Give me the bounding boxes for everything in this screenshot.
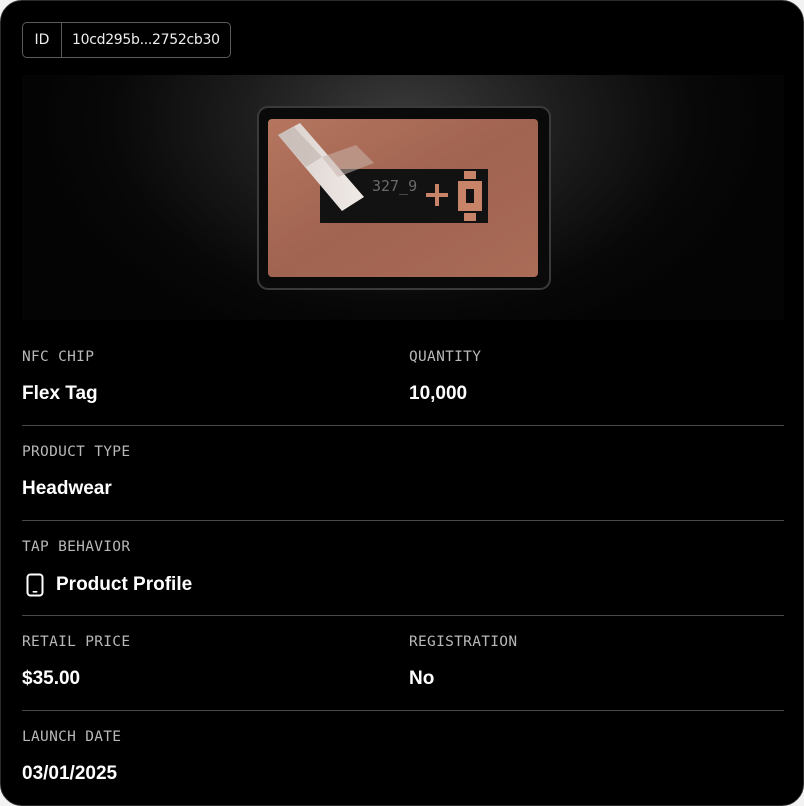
id-badge-value: 10cd295b...2752cb30 <box>72 32 220 48</box>
field-product-type: PRODUCT TYPE Headwear <box>22 444 130 500</box>
detail-row-price-registration: RETAIL PRICE $35.00 REGISTRATION No <box>22 616 784 711</box>
registration-value: No <box>409 668 435 689</box>
quantity-label: QUANTITY <box>409 349 482 365</box>
detail-row-product-type: PRODUCT TYPE Headwear <box>22 426 784 521</box>
nfc-tag-illustration: 327_9 <box>257 106 551 290</box>
detail-rows: NFC CHIP Flex Tag QUANTITY 10,000 PRODUC… <box>22 331 784 805</box>
registration-label: REGISTRATION <box>409 634 518 650</box>
chip-text: 327_9 <box>372 177 417 195</box>
launch-date-label: LAUNCH DATE <box>22 729 122 745</box>
nfc-chip-label: NFC CHIP <box>22 349 95 365</box>
detail-row-launch-date: LAUNCH DATE 03/01/2025 <box>22 711 784 805</box>
retail-price-value: $35.00 <box>22 668 81 689</box>
field-registration: REGISTRATION No <box>409 634 517 690</box>
field-launch-date: LAUNCH DATE 03/01/2025 <box>22 729 121 785</box>
quantity-value: 10,000 <box>409 383 468 404</box>
phone-icon <box>26 573 44 597</box>
product-detail-card: ID 10cd295b...2752cb30 327_9 NFC CHIP Fl… <box>0 0 804 806</box>
field-nfc-chip: NFC CHIP Flex Tag <box>22 349 98 405</box>
id-badge-label: ID <box>23 23 62 57</box>
launch-date-value: 03/01/2025 <box>22 763 118 784</box>
tap-behavior-label: TAP BEHAVIOR <box>22 539 131 555</box>
product-type-value: Headwear <box>22 478 112 499</box>
tap-behavior-value-wrap: Product Profile <box>22 573 192 597</box>
detail-row-chip-quantity: NFC CHIP Flex Tag QUANTITY 10,000 <box>22 331 784 426</box>
tap-behavior-value: Product Profile <box>56 574 193 595</box>
product-type-label: PRODUCT TYPE <box>22 444 131 460</box>
field-quantity: QUANTITY 10,000 <box>409 349 481 405</box>
retail-price-label: RETAIL PRICE <box>22 634 131 650</box>
id-badge[interactable]: ID 10cd295b...2752cb30 <box>22 22 231 58</box>
detail-row-tap-behavior: TAP BEHAVIOR Product Profile <box>22 521 784 616</box>
product-image: 327_9 <box>22 75 784 320</box>
field-retail-price: RETAIL PRICE $35.00 <box>22 634 130 690</box>
field-tap-behavior: TAP BEHAVIOR Product Profile <box>22 539 192 597</box>
nfc-chip-value: Flex Tag <box>22 383 98 404</box>
